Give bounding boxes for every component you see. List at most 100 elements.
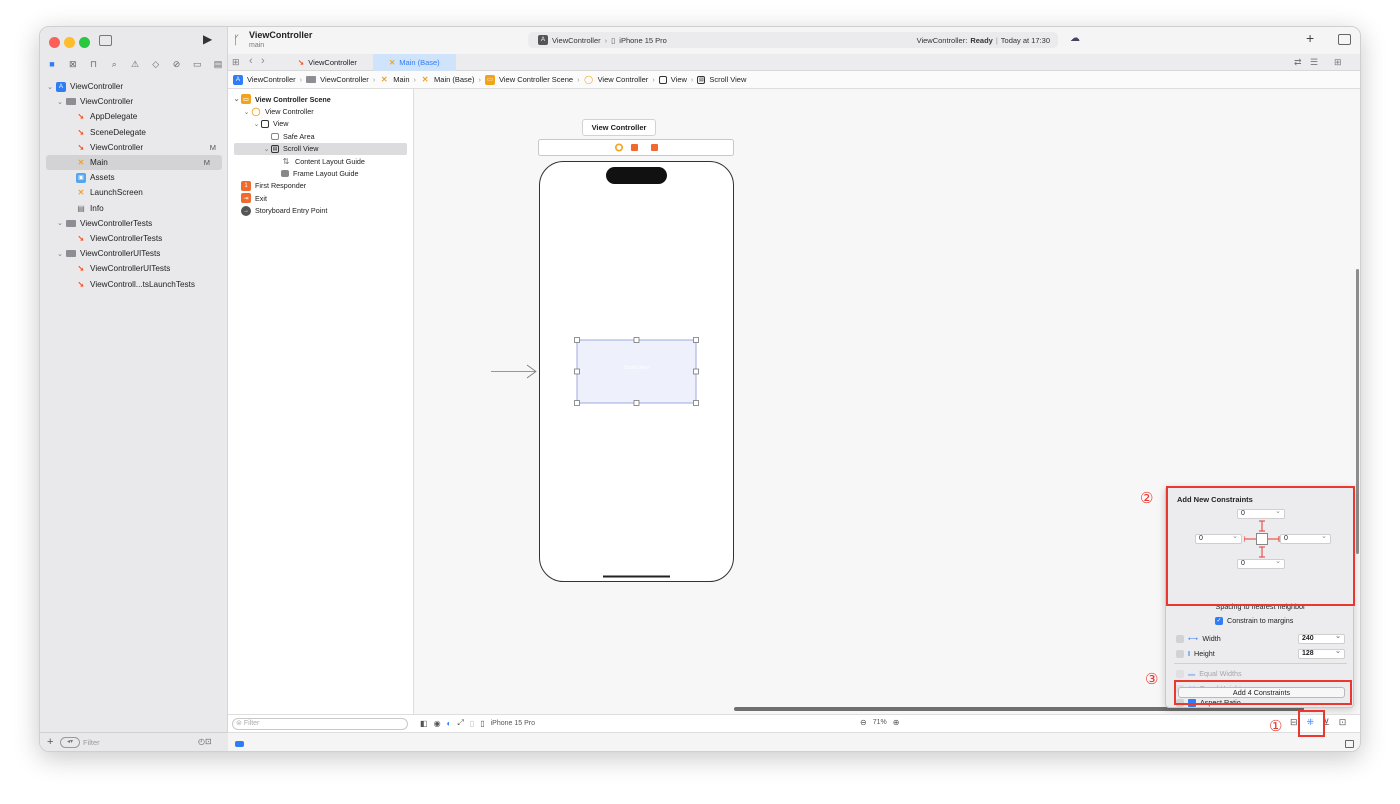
disclosure-chevron-icon[interactable]: ⌄ <box>56 219 64 227</box>
outline-item[interactable]: Safe Area <box>228 130 413 142</box>
test-icon[interactable]: ◇ <box>150 59 162 70</box>
constrain-margins-checkbox[interactable]: ✓ Constrain to margins <box>1215 616 1293 625</box>
disclosure-chevron-icon[interactable]: ⌄ <box>252 120 261 128</box>
swap-icon[interactable]: ⇄ <box>1294 57 1302 68</box>
breadcrumb-item[interactable]: ✕ Main (Base) › <box>420 75 485 85</box>
width-checkbox[interactable] <box>1176 634 1184 643</box>
outline-item[interactable]: → Storyboard Entry Point <box>228 205 413 217</box>
breadcrumb-item[interactable]: ViewController › <box>306 75 379 84</box>
navigator-item[interactable]: ➘ ViewControll...tsLaunchTests <box>40 276 228 291</box>
disclosure-chevron-icon[interactable]: ⌄ <box>56 250 64 258</box>
close-window-button[interactable] <box>49 37 60 48</box>
minimize-window-button[interactable] <box>64 37 75 48</box>
width-value-field[interactable]: 240 <box>1298 633 1345 644</box>
resize-handle[interactable] <box>574 337 580 343</box>
outline-item[interactable]: ⌄ ▤ Scroll View <box>234 142 407 155</box>
device-label[interactable]: iPhone 15 Pro <box>491 720 535 727</box>
breadcrumb-item[interactable]: ▭ View Controller Scene › <box>484 74 584 85</box>
editor-options-icon[interactable]: ☰ <box>1310 57 1318 68</box>
navigator-item[interactable]: ▣ Assets <box>40 170 228 185</box>
issue-icon[interactable]: ⚠ <box>129 59 141 70</box>
resize-handle[interactable] <box>633 337 640 343</box>
add-library-icon[interactable]: + <box>1306 30 1314 46</box>
height-value-field[interactable]: 128 <box>1298 648 1345 659</box>
navigator-item[interactable]: ➘ ViewControllerTests <box>40 231 228 246</box>
forward-icon[interactable]: › <box>261 55 265 67</box>
outline-toggle-icon[interactable]: ◧ <box>420 719 428 728</box>
navigator-item[interactable]: ➘ SceneDelegate <box>40 125 228 140</box>
inspector-toggle-icon[interactable] <box>1338 34 1351 45</box>
back-icon[interactable]: ‹ <box>249 55 253 67</box>
zoom-out-icon[interactable]: ⊖ <box>860 718 867 727</box>
outline-item[interactable]: Frame Layout Guide <box>228 167 413 179</box>
grid-icon[interactable]: ⊞ <box>232 57 240 68</box>
breadcrumb-item[interactable]: View › <box>658 75 698 84</box>
sidebar-toggle-icon[interactable] <box>99 35 112 46</box>
outline-item[interactable]: ⇅ Content Layout Guide <box>228 155 413 167</box>
resize-handle[interactable] <box>574 400 580 406</box>
equal-widths-row[interactable]: ▬ Equal Widths <box>1176 669 1242 678</box>
entry-point-arrow[interactable] <box>491 364 537 379</box>
resize-handle[interactable] <box>693 337 699 343</box>
resize-handle[interactable] <box>633 400 640 406</box>
source-control-icon[interactable]: ⊠ <box>67 59 79 70</box>
cloud-icon[interactable]: ☁ <box>1070 33 1080 44</box>
editor-tab[interactable]: ➘ ViewController <box>282 54 373 71</box>
run-destination[interactable]: iPhone 15 Pro <box>619 36 667 45</box>
scene-title[interactable]: View Controller <box>582 119 656 136</box>
add-icon[interactable]: + <box>47 736 53 748</box>
navigator-item[interactable]: ➘ ViewControllerUITests <box>40 261 228 276</box>
resize-handle[interactable] <box>693 400 699 406</box>
breadcrumb-item[interactable]: ▤ Scroll View <box>697 75 746 84</box>
activity-view[interactable]: A ViewController › ▯ iPhone 15 Pro ViewC… <box>528 32 1058 48</box>
breakpoint-icon[interactable]: ▭ <box>191 59 203 70</box>
update-frames-icon[interactable]: ⊟ <box>1290 717 1298 728</box>
find-icon[interactable]: ⌕ <box>108 59 120 70</box>
height-checkbox[interactable] <box>1176 649 1184 658</box>
editor-tab[interactable]: ✕ Main (Base) <box>372 54 456 71</box>
outline-item[interactable]: ⌄ ▭ View Controller Scene <box>228 93 413 105</box>
navigator-filter-input[interactable]: Filter <box>83 738 100 747</box>
navigator-item[interactable]: ⌄ ViewControllerTests <box>40 216 228 231</box>
debug-area-indicator[interactable] <box>235 741 244 747</box>
outline-item[interactable]: ⌄ ◯ View Controller <box>228 105 413 117</box>
debug-icon[interactable]: ⊘ <box>171 59 183 70</box>
recent-files-icon[interactable]: ◴⊡ <box>198 737 212 746</box>
navigator-item[interactable]: ➘ ViewController M <box>40 140 228 155</box>
filter-options-icon[interactable]: ◂▾ <box>60 737 80 748</box>
breadcrumb-item[interactable]: ✕ Main › <box>379 75 420 85</box>
outline-item[interactable]: ⌄ View <box>228 118 413 130</box>
device-icon[interactable]: ▯ <box>480 719 484 728</box>
breadcrumb-item[interactable]: A ViewController › <box>233 74 306 85</box>
folder-icon[interactable]: ■ <box>46 59 58 69</box>
breadcrumb-item[interactable]: ◯ View Controller › <box>584 75 659 85</box>
outline-item[interactable]: 1 First Responder <box>228 180 413 192</box>
navigator-item[interactable]: ✕ LaunchScreen <box>40 185 228 200</box>
width-row[interactable]: ⟷ Width <box>1176 634 1221 643</box>
split-editor-icon[interactable]: ⊞ <box>1334 57 1342 68</box>
disclosure-chevron-icon[interactable]: ⌄ <box>242 108 251 116</box>
disclosure-chevron-icon[interactable]: ⌄ <box>46 83 54 91</box>
navigator-item[interactable]: ⌄ ViewControllerUITests <box>40 246 228 261</box>
disclosure-chevron-icon[interactable]: ⌄ <box>262 145 271 153</box>
debug-area-toggle-icon[interactable] <box>1345 740 1354 748</box>
orientation-icon[interactable]: ⤢ <box>457 718 463 728</box>
resolve-issues-icon[interactable]: ⊡ <box>1339 717 1347 728</box>
navigator-item[interactable]: ▤ Info <box>40 201 228 216</box>
zoom-in-icon[interactable]: ⊕ <box>893 718 900 727</box>
report-icon[interactable]: ▤ <box>212 59 224 70</box>
navigator-item[interactable]: ⌄ ViewController <box>40 94 228 109</box>
height-row[interactable]: I Height <box>1176 649 1215 658</box>
equal-widths-checkbox[interactable] <box>1176 669 1184 678</box>
navigator-item[interactable]: ➘ AppDelegate <box>40 109 228 124</box>
scheme-name[interactable]: ViewController <box>552 36 601 45</box>
layout-icon[interactable]: ▯ <box>470 719 474 728</box>
appearance-icon[interactable]: ◉ <box>434 719 441 728</box>
scroll-view-selection[interactable] <box>576 339 697 404</box>
bookmark-icon[interactable]: ⊓ <box>88 59 100 70</box>
run-icon[interactable]: ▶ <box>203 32 212 46</box>
outline-filter-input[interactable]: ⊜ Filter <box>232 718 408 730</box>
zoom-window-button[interactable] <box>79 37 90 48</box>
outline-item[interactable]: ⇥ Exit <box>228 192 413 204</box>
scene-dock[interactable] <box>538 139 734 156</box>
